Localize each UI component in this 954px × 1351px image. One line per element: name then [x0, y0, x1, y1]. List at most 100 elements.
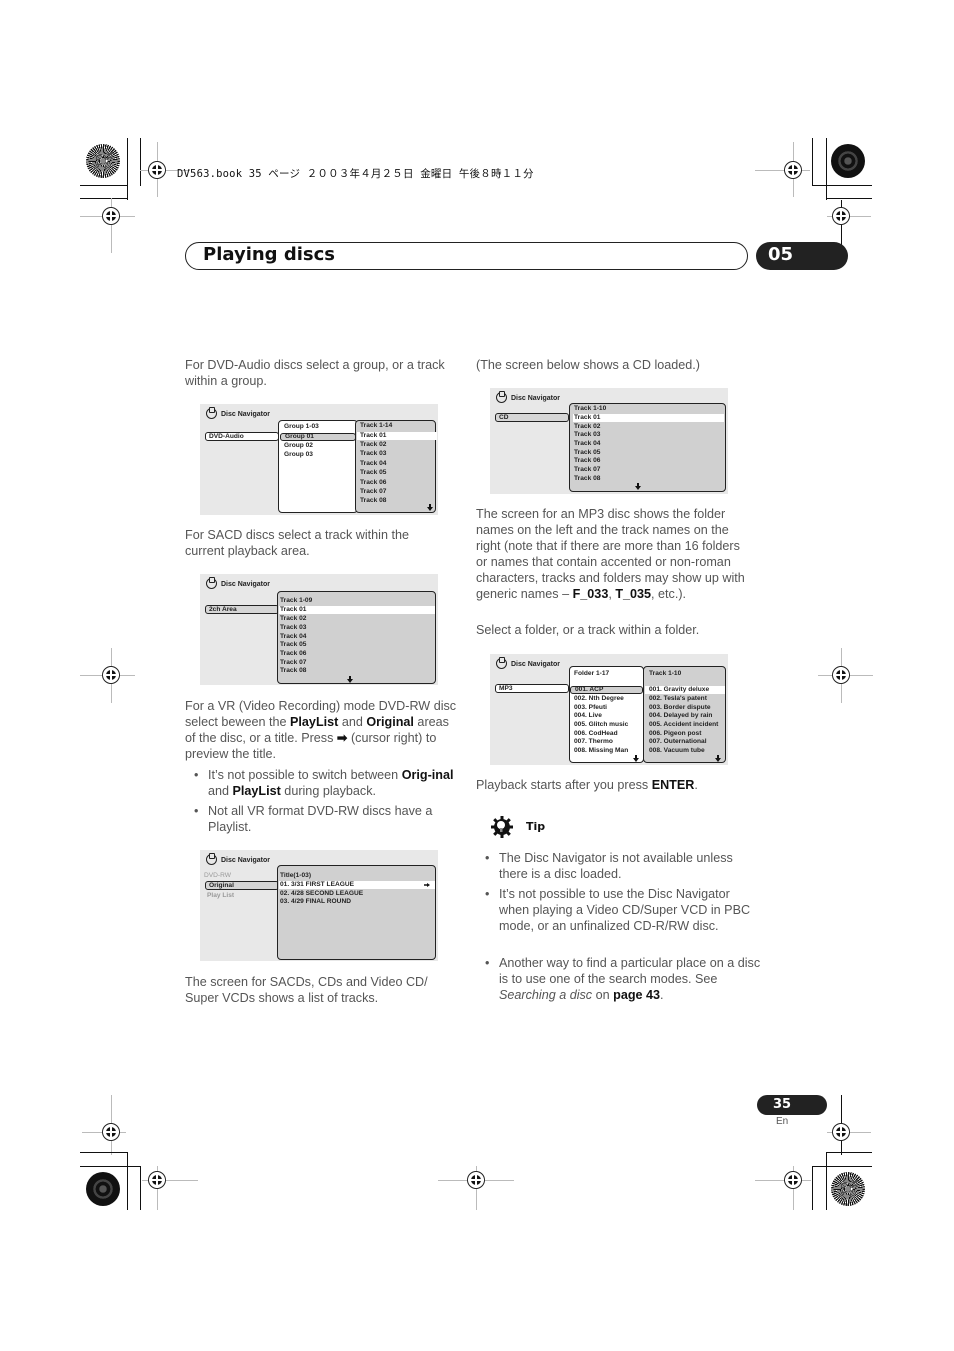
- scroll-down-arrow-icon[interactable]: [427, 504, 433, 511]
- title-item[interactable]: 02. 4/28 SECOND LEAGUE: [280, 890, 363, 898]
- track-item[interactable]: 006. Pigeon post: [649, 730, 701, 738]
- disc-navigator-screen-sacd: Disc Navigator 2ch Area Track 1-09 Track…: [200, 574, 438, 685]
- track-item[interactable]: 004. Delayed by rain: [649, 712, 712, 720]
- track-item[interactable]: Track 08: [360, 497, 386, 505]
- disc-type-label: CD: [499, 414, 509, 421]
- track-item[interactable]: 005. Accident incident: [649, 721, 718, 729]
- title-header: Title(1-03): [280, 872, 312, 879]
- screen-title: Disc Navigator: [511, 395, 561, 402]
- area-tab-original[interactable]: Original: [205, 881, 279, 890]
- disc-navigator-screen-dvd-rw: Disc Navigator DVD-RW Original Play List…: [200, 850, 438, 961]
- section-title: Playing discs: [203, 244, 335, 265]
- track-item[interactable]: Track 03: [360, 450, 386, 458]
- title-item[interactable]: 01. 3/31 FIRST LEAGUE: [279, 881, 435, 889]
- track-item[interactable]: Track 04: [360, 460, 386, 468]
- registration-mark-icon: [102, 207, 120, 225]
- area-tab-playlist[interactable]: Play List: [207, 892, 234, 900]
- scroll-down-arrow-icon[interactable]: [715, 755, 721, 762]
- track-item[interactable]: 007. Outernational: [649, 738, 707, 746]
- text: .: [694, 778, 698, 792]
- track-item[interactable]: Track 07: [574, 466, 600, 474]
- dvd-audio-intro: For DVD-Audio discs select a group, or a…: [185, 358, 445, 388]
- title-item[interactable]: 03. 4/29 FINAL ROUND: [280, 898, 351, 906]
- area-label: 2ch Area: [209, 606, 237, 613]
- track-item[interactable]: Track 05: [280, 641, 306, 649]
- folder-item[interactable]: 001. ACP: [570, 686, 643, 694]
- tip-bullet: Another way to find a particular place o…: [485, 955, 761, 1003]
- screen-title: Disc Navigator: [221, 581, 271, 588]
- folder-item[interactable]: 008. Missing Man: [574, 747, 628, 755]
- folder-item[interactable]: 003. Pfeuti: [574, 704, 607, 712]
- scroll-down-arrow-icon[interactable]: [635, 483, 641, 490]
- track-item[interactable]: 003. Border dispute: [649, 704, 711, 712]
- mp3-select-text: Select a folder, or a track within a fol…: [476, 623, 700, 637]
- track-item[interactable]: Track 01: [573, 414, 724, 422]
- crop-line: [140, 1166, 141, 1210]
- playback-text: Playback starts after you press ENTER.: [476, 777, 746, 793]
- text: and: [338, 715, 367, 729]
- vr-bullet: It’s not possible to switch between Orig…: [194, 767, 466, 799]
- registration-mark-icon: [148, 1171, 166, 1189]
- crop-line: [80, 1166, 140, 1167]
- track-item[interactable]: Track 03: [574, 431, 600, 439]
- track-item[interactable]: 008. Vacuum tube: [649, 747, 705, 755]
- track-item[interactable]: Track 06: [574, 457, 600, 465]
- folder-panel: Folder 1-17 001. ACP 002. Nth Degree 003…: [569, 666, 644, 763]
- disc-type-tab[interactable]: MP3: [495, 684, 569, 693]
- track-header: Track 1-14: [360, 422, 393, 429]
- chapter-number: 05: [768, 244, 794, 265]
- track-item[interactable]: Track 04: [280, 633, 306, 641]
- track-item[interactable]: Track 07: [280, 659, 306, 667]
- track-item[interactable]: Track 06: [360, 479, 386, 487]
- disc-navigator-screen-cd: Disc Navigator CD Track 1-10 Track 01 Tr…: [490, 388, 728, 494]
- track-item[interactable]: Track 01: [357, 432, 437, 440]
- playlist-term: PlayList: [232, 784, 281, 798]
- disc-mark-icon: [831, 144, 865, 178]
- track-item[interactable]: Track 08: [280, 667, 306, 675]
- registration-mark-icon: [832, 207, 850, 225]
- group-item[interactable]: Group 03: [284, 451, 313, 459]
- page-number: 35: [773, 1097, 792, 1112]
- text: Another way to find a particular place o…: [499, 956, 761, 986]
- cursor-right-arrow-icon: ➡: [336, 731, 348, 745]
- crop-line: [812, 1166, 872, 1167]
- play-preview-arrow-icon: [424, 883, 430, 887]
- scroll-down-arrow-icon[interactable]: [347, 676, 353, 683]
- folder-item[interactable]: 005. Glitch music: [574, 721, 628, 729]
- screen-title: Disc Navigator: [221, 857, 271, 864]
- screen-title: Disc Navigator: [221, 411, 271, 418]
- title-panel: Title(1-03) 01. 3/31 FIRST LEAGUE 02. 4/…: [277, 865, 436, 960]
- group-item[interactable]: Group 01: [280, 433, 356, 441]
- track-item[interactable]: 002. Tesla's patent: [649, 695, 707, 703]
- track-item[interactable]: Track 02: [280, 615, 306, 623]
- registration-mark-icon: [832, 666, 850, 684]
- disc-navigator-screen-mp3: Disc Navigator MP3 Folder 1-17 001. ACP …: [490, 654, 728, 765]
- text: Playback starts after you press: [476, 778, 652, 792]
- track-item[interactable]: Track 03: [280, 624, 306, 632]
- track-item[interactable]: Track 02: [574, 423, 600, 431]
- crop-line: [80, 185, 127, 186]
- track-item[interactable]: Track 01: [279, 606, 435, 614]
- page-reference-link[interactable]: page 43: [613, 988, 660, 1002]
- track-item[interactable]: Track 08: [574, 475, 600, 483]
- registration-mark-icon: [102, 666, 120, 684]
- track-item[interactable]: Track 02: [360, 441, 386, 449]
- crop-line: [826, 198, 872, 199]
- track-item[interactable]: Track 05: [360, 469, 386, 477]
- generic-folder-name: F_033: [572, 587, 609, 601]
- folder-item[interactable]: 006. CodHead: [574, 730, 618, 738]
- folder-item[interactable]: 007. Thermo: [574, 738, 613, 746]
- track-item[interactable]: 001. Gravity deluxe: [645, 686, 725, 694]
- scroll-down-arrow-icon[interactable]: [633, 755, 639, 762]
- track-item[interactable]: Track 04: [574, 440, 600, 448]
- group-item[interactable]: Group 02: [284, 442, 313, 450]
- track-item[interactable]: Track 05: [574, 449, 600, 457]
- disc-type-tab[interactable]: DVD-Audio: [205, 432, 279, 441]
- folder-item[interactable]: 002. Nth Degree: [574, 695, 624, 703]
- track-item[interactable]: Track 07: [360, 488, 386, 496]
- track-header: Track 1-09: [280, 597, 313, 604]
- track-item[interactable]: Track 06: [280, 650, 306, 658]
- area-tab[interactable]: 2ch Area: [205, 605, 279, 614]
- disc-type-tab[interactable]: CD: [495, 413, 569, 422]
- folder-item[interactable]: 004. Live: [574, 712, 602, 720]
